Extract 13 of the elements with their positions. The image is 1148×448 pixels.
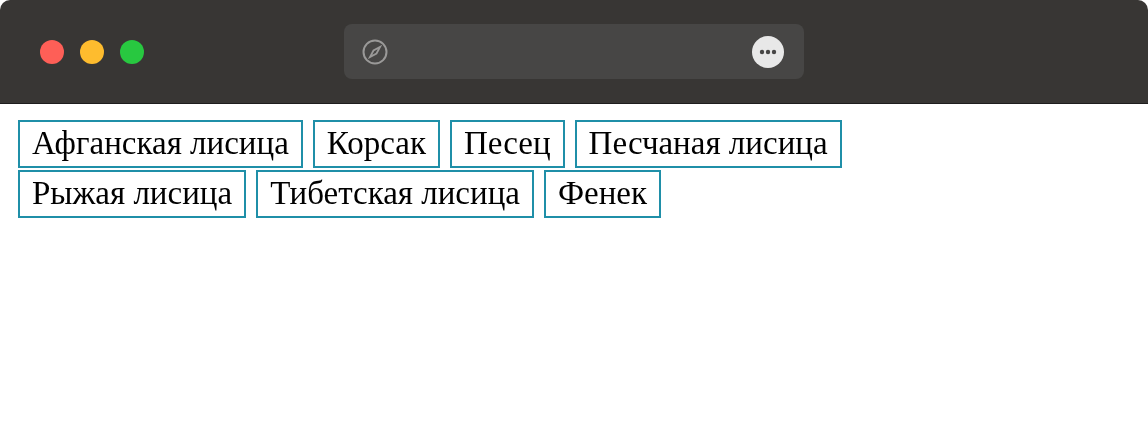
more-icon[interactable] bbox=[752, 35, 784, 68]
address-bar[interactable] bbox=[344, 24, 804, 79]
tag: Песчаная лисица bbox=[574, 120, 842, 168]
maximize-button[interactable] bbox=[120, 39, 144, 64]
tag: Фенек bbox=[544, 170, 662, 218]
tag: Тибетская лисица bbox=[256, 170, 534, 218]
tag: Корсак bbox=[312, 120, 440, 168]
minimize-button[interactable] bbox=[80, 39, 104, 64]
tag: Афганская лисица bbox=[18, 120, 303, 168]
tag: Песец bbox=[449, 120, 565, 168]
tag: Рыжая лисица bbox=[18, 170, 247, 218]
close-button[interactable] bbox=[40, 39, 64, 64]
compass-icon bbox=[361, 37, 389, 66]
